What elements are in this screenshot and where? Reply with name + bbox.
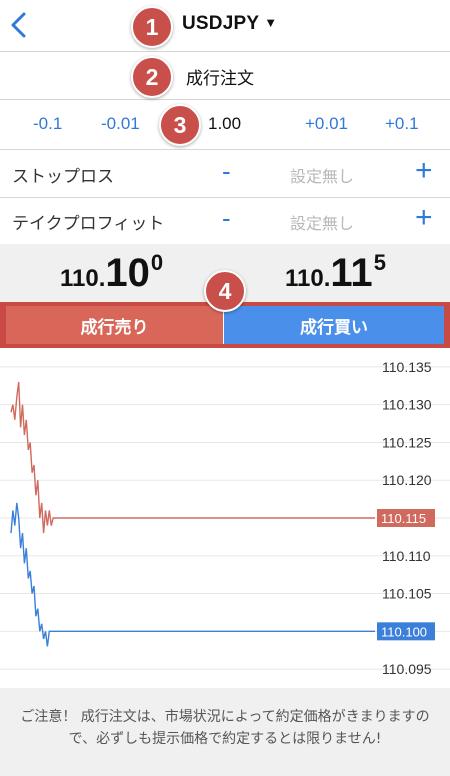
price-chart: 110.135 110.130 110.125 110.120 110.115 110.1… xyxy=(0,348,450,688)
y-tick-label: 110.110 xyxy=(382,548,431,564)
market-sell-button[interactable]: 成行売り xyxy=(6,306,223,344)
take-profit-label: テイクプロフィット xyxy=(12,214,165,234)
order-type-label: 成行注文 xyxy=(186,69,254,89)
y-tick-label: 110.105 xyxy=(382,586,432,602)
stop-loss-minus-button[interactable]: - xyxy=(222,156,242,187)
lot-value[interactable]: 1.00 xyxy=(208,114,241,134)
lot-minus-0-01-button[interactable]: -0.01 xyxy=(101,114,140,134)
last-price-tag-label: 110.115 xyxy=(381,511,426,526)
last-price-tag-label: 110.100 xyxy=(381,624,427,639)
lot-minus-0-1-button[interactable]: -0.1 xyxy=(33,114,62,134)
y-tick-label: 110.130 xyxy=(382,397,432,413)
chevron-left-icon xyxy=(11,12,26,38)
symbol-label: USDJPY xyxy=(182,13,260,34)
stop-loss-label: ストップロス xyxy=(12,167,114,187)
take-profit-value[interactable]: 設定無し xyxy=(290,210,354,234)
stop-loss-value[interactable]: 設定無し xyxy=(290,163,354,187)
lot-size-row: -0.1 -0.01 1.00 +0.01 +0.1 xyxy=(0,100,450,150)
lot-plus-0-01-button[interactable]: +0.01 xyxy=(305,114,348,134)
ask-price-prefix: 110. xyxy=(285,265,331,292)
bid-series-line xyxy=(10,502,375,647)
y-tick-label: 110.120 xyxy=(382,472,432,488)
notice-text: ご注意！ 成行注文は、市場状況によって約定価格がきまりますので、必ずしも提示価格… xyxy=(20,709,430,747)
ask-price: 110.115 xyxy=(285,250,386,296)
bid-price-main: 10 xyxy=(105,251,150,295)
step-badge-3: 3 xyxy=(159,104,201,146)
stop-loss-plus-button[interactable]: + xyxy=(415,154,433,188)
y-tick-label: 110.125 xyxy=(382,434,432,450)
bid-price-pip: 0 xyxy=(150,250,164,275)
take-profit-minus-button[interactable]: - xyxy=(222,203,242,234)
market-buy-button[interactable]: 成行買い xyxy=(223,306,444,344)
ask-price-main: 11 xyxy=(330,251,373,295)
y-tick-label: 110.095 xyxy=(382,661,432,677)
take-profit-row: テイクプロフィット - 設定無し + xyxy=(0,197,450,245)
notice-panel: ご注意！ 成行注文は、市場状況によって約定価格がきまりますので、必ずしも提示価格… xyxy=(0,688,450,776)
step-badge-4: 4 xyxy=(204,270,246,312)
ask-price-pip: 5 xyxy=(373,250,386,275)
caret-down-icon: ▼ xyxy=(264,15,278,30)
take-profit-plus-button[interactable]: + xyxy=(415,201,433,235)
bid-price-prefix: 110. xyxy=(60,265,106,292)
bid-price: 110.100 xyxy=(60,250,163,296)
y-tick-label: 110.135 xyxy=(382,359,432,375)
header: USDJPY ▼ xyxy=(0,0,450,52)
step-badge-2: 2 xyxy=(131,56,173,98)
order-type-row: 成行注文 xyxy=(0,52,450,100)
back-button[interactable] xyxy=(8,10,30,40)
lot-plus-0-1-button[interactable]: +0.1 xyxy=(385,114,419,134)
symbol-selector[interactable]: USDJPY ▼ xyxy=(182,13,277,35)
stop-loss-row: ストップロス - 設定無し + xyxy=(0,150,450,198)
step-badge-1: 1 xyxy=(131,6,173,48)
price-chart-svg: 110.135 110.130 110.125 110.120 110.115 110.1… xyxy=(0,359,450,677)
